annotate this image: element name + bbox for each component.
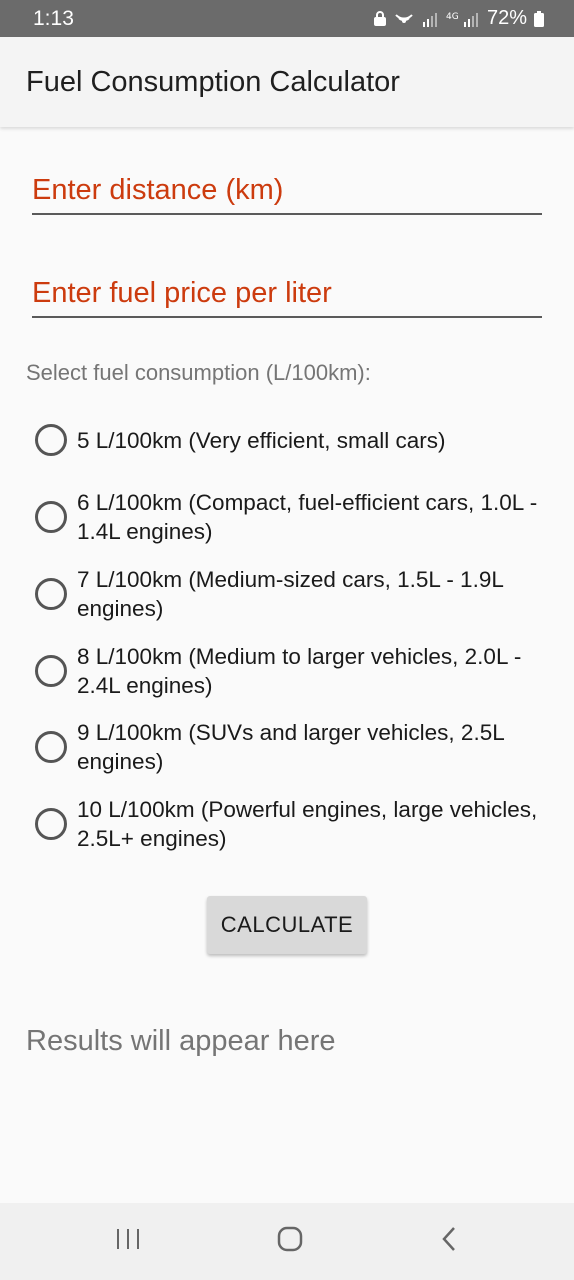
battery-percent: 72%: [486, 7, 527, 29]
radio-button[interactable]: [35, 731, 67, 763]
recents-button[interactable]: [88, 1203, 168, 1280]
recents-icon: [115, 1227, 141, 1256]
status-bar: 1:13 4G 72%: [0, 0, 574, 37]
fuel-price-input[interactable]: [32, 277, 542, 310]
status-icons: 4G 72%: [373, 7, 544, 30]
option-label: 10 L/100km (Powerful engines, large vehi…: [77, 797, 538, 851]
consumption-option-5[interactable]: 5 L/100km (Very efficient, small cars): [35, 424, 555, 456]
radio-button[interactable]: [35, 424, 67, 456]
radio-button[interactable]: [35, 655, 67, 687]
system-nav-bar: [0, 1203, 574, 1280]
consumption-option-10[interactable]: 10 L/100km (Powerful engines, large vehi…: [35, 795, 555, 853]
option-label: 9 L/100km (SUVs and larger vehicles, 2.5…: [77, 720, 504, 774]
home-button[interactable]: [250, 1203, 330, 1280]
consumption-option-9[interactable]: 9 L/100km (SUVs and larger vehicles, 2.5…: [35, 718, 555, 776]
hotspot-icon: [394, 10, 414, 28]
app-title: Fuel Consumption Calculator: [26, 65, 400, 98]
option-label: 7 L/100km (Medium-sized cars, 1.5L - 1.9…: [77, 567, 504, 621]
radio-button[interactable]: [35, 578, 67, 610]
option-label: 5 L/100km (Very efficient, small cars): [77, 427, 446, 453]
lock-icon: [373, 10, 387, 27]
results-text: Results will appear here: [26, 1025, 336, 1057]
consumption-label: Select fuel consumption (L/100km):: [26, 360, 371, 385]
back-icon: [440, 1225, 460, 1258]
back-button[interactable]: [410, 1203, 490, 1280]
signal-4g-icon: 4G: [446, 10, 480, 28]
app-bar: Fuel Consumption Calculator: [0, 37, 574, 127]
status-time: 1:13: [33, 6, 74, 30]
option-label: 8 L/100km (Medium to larger vehicles, 2.…: [77, 644, 522, 698]
fuel-price-field[interactable]: [32, 260, 542, 318]
option-label: 6 L/100km (Compact, fuel-efficient cars,…: [77, 490, 538, 544]
signal-r-icon: [421, 10, 439, 28]
home-icon: [276, 1225, 304, 1258]
distance-input[interactable]: [32, 174, 542, 207]
calculate-button[interactable]: CALCULATE: [207, 896, 367, 954]
radio-button[interactable]: [35, 501, 67, 533]
consumption-option-6[interactable]: 6 L/100km (Compact, fuel-efficient cars,…: [35, 488, 555, 546]
consumption-option-7[interactable]: 7 L/100km (Medium-sized cars, 1.5L - 1.9…: [35, 565, 555, 623]
consumption-option-8[interactable]: 8 L/100km (Medium to larger vehicles, 2.…: [35, 642, 555, 700]
radio-button[interactable]: [35, 808, 67, 840]
battery-icon: [534, 10, 544, 27]
svg-text:4G: 4G: [446, 12, 459, 22]
distance-field[interactable]: [32, 157, 542, 215]
